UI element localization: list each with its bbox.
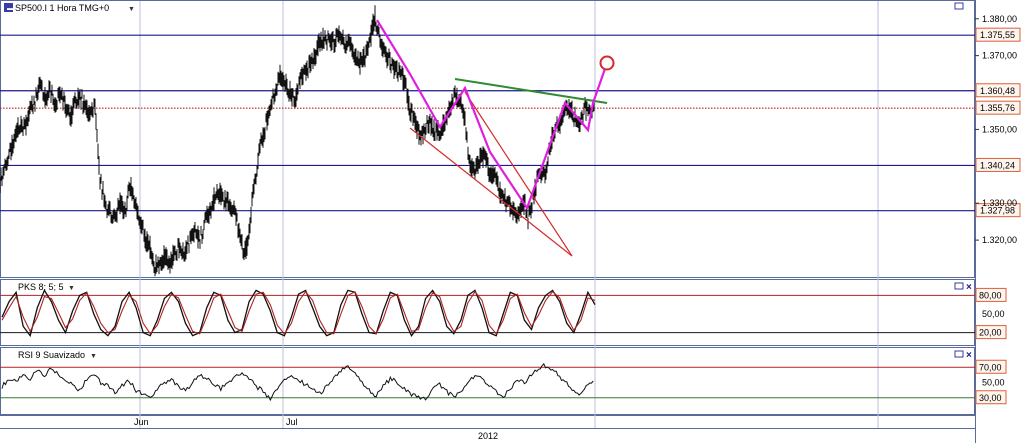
x-year: 2012 xyxy=(478,431,498,441)
rsi-axis: 50,00 xyxy=(982,378,1005,388)
pks-title: PKS 8; 5; 5 xyxy=(18,282,64,292)
axis-tick-label: 1.330,00 xyxy=(982,198,1017,208)
x-month-jun: Jun xyxy=(134,417,149,427)
axis-tick-label: 1.350,00 xyxy=(982,124,1017,134)
chevron-down-icon: ▼ xyxy=(128,6,135,13)
chevron-down-icon: ▼ xyxy=(68,285,75,292)
pks-level-label: 80,00 xyxy=(979,290,1002,300)
chart-background xyxy=(0,0,1024,443)
target-circle xyxy=(599,55,615,71)
pks-axis: 50,00 xyxy=(982,309,1005,319)
svg-text:▬: ▬ xyxy=(7,6,13,12)
axis-tick-label: 1.370,00 xyxy=(982,51,1017,61)
axis-tick-label: 50,00 xyxy=(982,378,1005,388)
close-icon[interactable]: × xyxy=(966,282,972,293)
rsi-level-label: 30,00 xyxy=(979,393,1002,403)
chevron-down-icon: ▼ xyxy=(90,353,97,360)
chart-title: SP500.I 1 Hora TMG+0 xyxy=(15,3,109,13)
stock-chart[interactable]: 1.375,551.360,481.355,761.340,241.327,98… xyxy=(0,0,1024,443)
price-level-label: 1.360,48 xyxy=(980,86,1015,96)
x-month-jul: Jul xyxy=(286,417,298,427)
pks-level-label: 20,00 xyxy=(979,328,1002,338)
price-level-label: 1.340,24 xyxy=(980,160,1015,170)
close-icon[interactable]: × xyxy=(966,350,972,361)
axis-tick-label: 1.380,00 xyxy=(982,14,1017,24)
axis-tick-label: 50,00 xyxy=(982,309,1005,319)
price-level-label: 1.355,76 xyxy=(980,103,1015,113)
price-level-label: 1.375,55 xyxy=(980,30,1015,40)
rsi-level-label: 70,00 xyxy=(979,362,1002,372)
rsi-title: RSI 9 Suavizado xyxy=(18,350,85,360)
axis-tick-label: 1.320,00 xyxy=(982,235,1017,245)
